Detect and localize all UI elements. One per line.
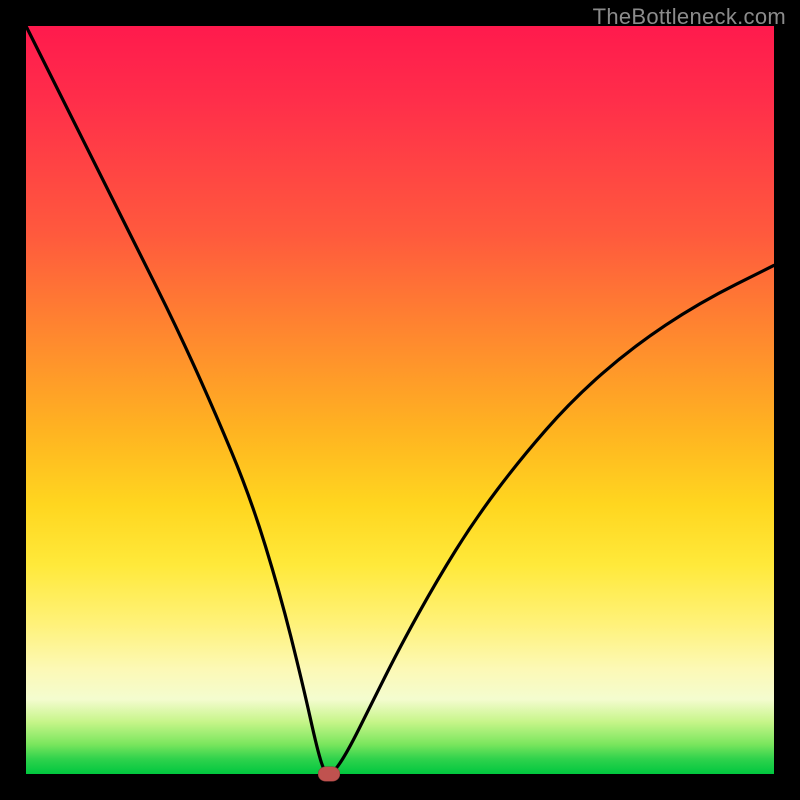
chart-frame: TheBottleneck.com xyxy=(0,0,800,800)
plot-area xyxy=(26,26,774,774)
optimal-point-marker xyxy=(318,767,340,782)
bottleneck-curve xyxy=(26,26,774,774)
